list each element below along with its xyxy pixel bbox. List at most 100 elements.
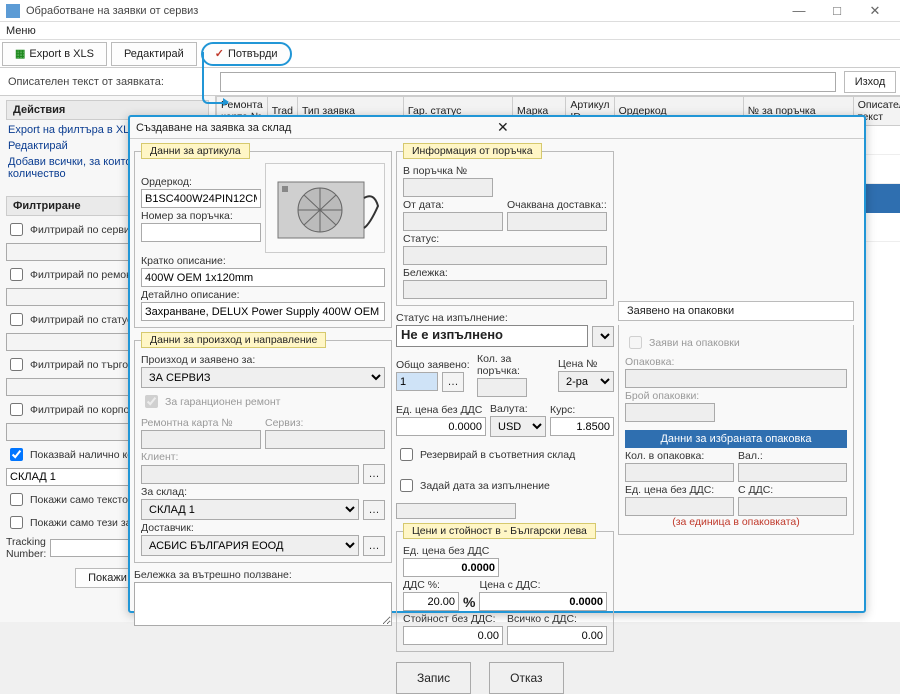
oi-note-input: [403, 280, 607, 299]
rate-input[interactable]: [550, 417, 614, 436]
dest-select[interactable]: ЗА СЕРВИЗ: [141, 367, 385, 388]
excel-icon: ▦: [15, 47, 25, 60]
psu-icon: [270, 168, 380, 248]
menu-item[interactable]: Меню: [6, 25, 36, 37]
all-input[interactable]: [507, 626, 607, 645]
detail-label: Детайлно описание:: [141, 289, 385, 301]
ordernum-input[interactable]: [141, 223, 261, 242]
description-input[interactable]: [220, 72, 836, 92]
withvat-label: Цена с ДДС:: [479, 579, 607, 591]
callout-arrow-head: [223, 98, 229, 106]
menubar: Меню: [0, 22, 900, 40]
description-row: Описателен текст от заявката: Изход: [0, 68, 900, 96]
minimize-button[interactable]: —: [780, 3, 818, 18]
save-button[interactable]: Запис: [396, 662, 471, 694]
cancel-button[interactable]: Отказ: [489, 662, 563, 694]
short-input[interactable]: [141, 268, 385, 287]
dialog-close-icon[interactable]: ✕: [493, 119, 858, 136]
pk-vat-input: [738, 497, 847, 516]
exit-button[interactable]: Изход: [844, 71, 896, 93]
priceno-select[interactable]: 2-ра: [558, 371, 614, 392]
total-label: Общо заявено:: [396, 359, 473, 371]
confirm-label: Потвърди: [228, 48, 278, 60]
pack-input: [625, 369, 847, 388]
sklad-browse-icon[interactable]: …: [363, 500, 385, 520]
rk-label: Ремонтна карта №: [141, 417, 261, 429]
rk-input: [141, 430, 261, 449]
reserve-label: Резервирай в съответния склад: [420, 449, 575, 461]
oi-status-label: Статус:: [403, 233, 607, 245]
total-input[interactable]: [396, 372, 438, 391]
toolbar: ▦ Export в XLS Редактирай ✓ Потвърди: [0, 40, 900, 68]
oi-exp-input: [507, 212, 607, 231]
maximize-button[interactable]: □: [818, 3, 856, 18]
filter-corp-check[interactable]: [10, 403, 23, 416]
bgn-unit-input[interactable]: [403, 558, 499, 577]
export-label: Export в XLS: [29, 48, 94, 60]
pack-label: Опаковка:: [625, 356, 847, 368]
filter-repair-check[interactable]: [10, 268, 23, 281]
client-label: Клиент:: [141, 451, 385, 463]
sum-input[interactable]: [403, 626, 503, 645]
ordercode-label: Ордеркод:: [141, 176, 261, 188]
product-image: [265, 163, 385, 253]
orderinfo-fieldset: Информация от поръчка В поръчка № От дат…: [396, 143, 614, 306]
window-titlebar: Обработване на заявки от сервиз — □ ✕: [0, 0, 900, 22]
exec-status-value: Не е изпълнено: [396, 325, 588, 347]
cur-label: Валута:: [490, 403, 546, 415]
edit-label: Редактирай: [124, 48, 184, 60]
unit-input[interactable]: [396, 417, 486, 436]
internal-note-label: Бележка за вътрешно ползване:: [134, 569, 392, 581]
filter-service-check[interactable]: [10, 223, 23, 236]
app-icon: [6, 4, 20, 18]
reserve-check[interactable]: [400, 448, 413, 461]
pk-unit-label: Ед. цена без ДДС:: [625, 484, 734, 496]
detail-input[interactable]: [141, 302, 385, 321]
exec-status-select[interactable]: [592, 326, 614, 347]
warranty-check: [145, 395, 158, 408]
pack-tab[interactable]: Заявено на опаковки: [618, 301, 854, 321]
oi-exp-label: Очаквана доставка::: [507, 199, 607, 211]
oi-status-input: [403, 246, 607, 265]
total-browse-icon[interactable]: …: [442, 372, 464, 392]
supplier-browse-icon[interactable]: …: [363, 536, 385, 556]
bgn-unit-label: Ед. цена без ДДС: [403, 545, 607, 557]
pack-check: [629, 336, 642, 349]
vat-label: ДДС %:: [403, 579, 475, 591]
show-qty-check[interactable]: [10, 448, 23, 461]
create-request-dialog: Създаване на заявка за склад ✕ Данни за …: [128, 115, 866, 613]
bgn-fieldset: Цени и стойност в - Български лева Ед. ц…: [396, 523, 614, 652]
tracking-label: Tracking Number:: [6, 536, 46, 560]
edit-button[interactable]: Редактирай: [111, 42, 197, 66]
origin-legend: Данни за произход и направление: [141, 332, 326, 348]
pk-qty-input: [625, 463, 734, 482]
priceno-label: Цена №: [558, 358, 614, 370]
article-fieldset: Данни за артикула Ордеркод: Номер за пор…: [134, 143, 392, 328]
packcnt-label: Брой опаковки:: [625, 390, 847, 402]
filter-warranty-check[interactable]: [10, 313, 23, 326]
pct-label: %: [463, 594, 475, 610]
withvat-input[interactable]: [479, 592, 607, 611]
supplier-label: Доставчик:: [141, 522, 385, 534]
sum-label: Стойност без ДДС:: [403, 613, 503, 625]
ordercode-input[interactable]: [141, 189, 261, 208]
rate-label: Курс:: [550, 404, 614, 416]
only-none-check[interactable]: [10, 516, 23, 529]
sklad-select[interactable]: СКЛАД 1: [141, 499, 359, 520]
filter-brand-check[interactable]: [10, 358, 23, 371]
cur-select[interactable]: USD: [490, 416, 546, 437]
oi-num-input: [403, 178, 493, 197]
only-text-check[interactable]: [10, 493, 23, 506]
setdate-check[interactable]: [400, 479, 413, 492]
internal-note-input[interactable]: [134, 582, 392, 626]
exec-date-input: [396, 503, 516, 519]
client-input: [141, 465, 359, 484]
confirm-button[interactable]: ✓ Потвърди: [201, 42, 292, 66]
supplier-select[interactable]: АСБИС БЪЛГАРИЯ ЕООД: [141, 535, 359, 556]
srv-input: [265, 430, 385, 449]
close-button[interactable]: ✕: [856, 3, 894, 19]
vat-input[interactable]: [403, 592, 459, 611]
export-xls-button[interactable]: ▦ Export в XLS: [2, 42, 107, 66]
sklad2-label: За склад:: [141, 486, 385, 498]
client-browse-icon[interactable]: …: [363, 464, 385, 484]
